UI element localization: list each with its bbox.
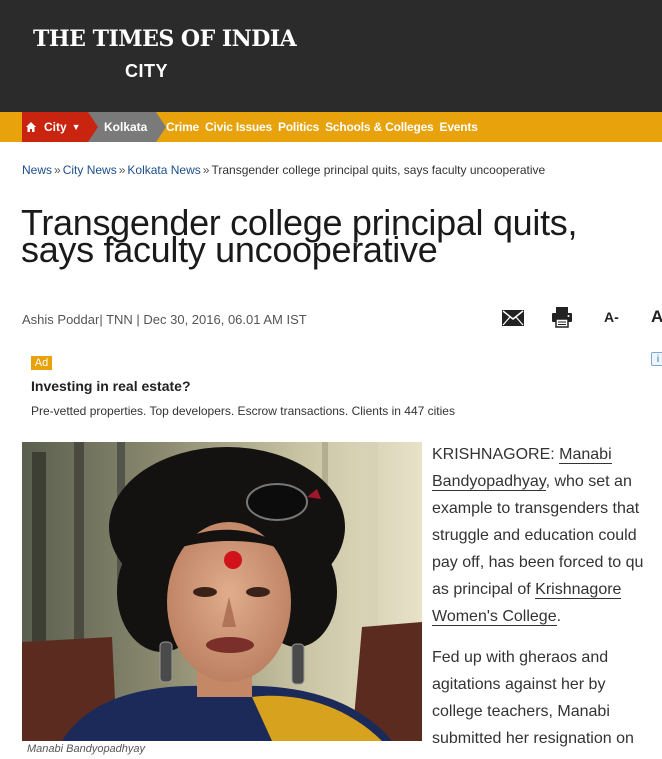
home-button[interactable]	[22, 112, 40, 142]
mail-icon	[502, 310, 524, 326]
ad-title[interactable]: Investing in real estate?	[31, 378, 191, 394]
ad-badge: Ad	[31, 356, 52, 370]
link-womens-college[interactable]: Women's College	[432, 608, 557, 626]
article-paragraph: KRISHNAGORE: Manabi Bandyopadhyay, who s…	[432, 441, 662, 630]
body-text-segment: .	[556, 608, 562, 625]
section-logo[interactable]: CITY	[125, 61, 168, 82]
body-text-segment: , who set an	[545, 473, 632, 490]
breadcrumb-current: Transgender college principal quits, say…	[211, 163, 546, 177]
nav-link-civic-issues[interactable]: Civic Issues	[205, 120, 272, 134]
article-paragraph: Fed up with gheraos and agitations again…	[432, 644, 662, 752]
article-byline: Ashis Poddar| TNN | Dec 30, 2016, 06.01 …	[22, 312, 307, 327]
breadcrumb-news[interactable]: News	[22, 163, 52, 177]
headline-line-1: Transgender college principal quits,	[21, 202, 578, 243]
body-line: example to transgenders that	[432, 500, 640, 517]
ad-info-icon[interactable]: i	[651, 352, 662, 366]
breadcrumb-city-news[interactable]: City News	[63, 163, 117, 177]
portrait-image	[22, 442, 422, 741]
masthead: THE TIMES OF INDIA CITY	[0, 0, 662, 112]
site-logo[interactable]: THE TIMES OF INDIA	[33, 26, 297, 52]
link-manabi[interactable]: Manabi	[559, 446, 612, 464]
body-line: agitations against her by	[432, 676, 606, 693]
image-caption: Manabi Bandyopadhyay	[27, 743, 146, 755]
breadcrumb-separator: »	[202, 163, 210, 177]
print-button[interactable]	[551, 306, 573, 328]
email-share-button[interactable]	[502, 309, 524, 327]
ad-description[interactable]: Pre-vetted properties. Top developers. E…	[31, 404, 455, 418]
nav-link-schools-colleges[interactable]: Schools & Colleges	[325, 120, 434, 134]
breadcrumb-separator: »	[54, 163, 61, 177]
nav-kolkata-label: Kolkata	[104, 120, 148, 134]
nav-link-events[interactable]: Events	[440, 120, 478, 134]
chevron-down-icon: ▼	[71, 122, 81, 132]
link-bandyopadhyay[interactable]: Bandyopadhyay	[432, 473, 546, 491]
nav-city-arrow	[88, 112, 98, 142]
breadcrumb-kolkata-news[interactable]: Kolkata News	[127, 163, 200, 177]
print-icon	[552, 307, 572, 328]
article-photo[interactable]	[22, 442, 422, 741]
nav-kolkata-arrow	[156, 112, 166, 142]
nav-kolkata[interactable]: Kolkata	[88, 112, 156, 142]
nav-link-crime[interactable]: Crime	[166, 120, 199, 134]
nav-bar: City ▼ Kolkata Crime Civic Issues Politi…	[0, 112, 662, 142]
body-line: Fed up with gheraos and	[432, 649, 609, 666]
article-headline: Transgender college principal quits, say…	[21, 200, 662, 272]
link-krishnagore[interactable]: Krishnagore	[535, 581, 622, 599]
nav-city-label: City	[44, 120, 67, 134]
nav-links: Crime Civic Issues Politics Schools & Co…	[166, 112, 484, 142]
article-body: KRISHNAGORE: Manabi Bandyopadhyay, who s…	[432, 441, 662, 759]
nav-link-politics[interactable]: Politics	[278, 120, 319, 134]
breadcrumb-separator: »	[118, 163, 126, 177]
body-line: submitted her resignation on	[432, 730, 634, 747]
font-increase-button[interactable]: A	[651, 307, 662, 327]
breadcrumb: News» City News» Kolkata News» Transgender …	[22, 163, 545, 177]
dateline: KRISHNAGORE:	[432, 446, 560, 463]
nav-city-dropdown[interactable]: City ▼	[40, 112, 88, 142]
body-line: pay off, has been forced to qu	[432, 554, 644, 571]
body-line: struggle and education could	[432, 527, 637, 544]
home-icon	[26, 122, 36, 132]
body-text-segment: as principal of	[432, 581, 536, 598]
body-line: college teachers, Manabi	[432, 703, 610, 720]
font-decrease-button[interactable]: A-	[604, 309, 619, 325]
